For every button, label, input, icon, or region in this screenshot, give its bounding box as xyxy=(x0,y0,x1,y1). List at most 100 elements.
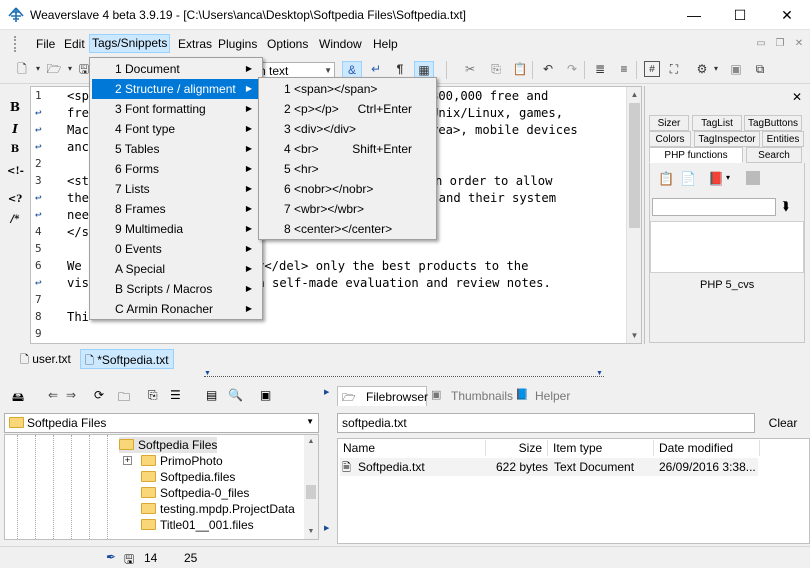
tree-scrollbar[interactable]: ▲ ▼ xyxy=(304,435,318,539)
submenu-item[interactable]: 5 <hr> xyxy=(261,159,434,179)
new-document-icon[interactable]: 🗋 xyxy=(14,61,30,77)
scroll-up-icon[interactable]: ▲ xyxy=(627,87,641,102)
menu-item[interactable]: 0 Events ▶ xyxy=(92,239,260,259)
cut-icon[interactable]: ✂ xyxy=(462,61,478,77)
submenu-item[interactable]: 4 <br> Shift+Enter xyxy=(261,139,434,159)
preview-icon[interactable]: ▣ xyxy=(728,61,744,77)
path-combo[interactable]: Softpedia Files ▼ xyxy=(4,413,319,433)
submenu-item[interactable]: 7 <wbr></wbr> xyxy=(261,199,434,219)
menu-item[interactable]: 5 Tables ▶ xyxy=(92,139,260,159)
php-filter-input[interactable] xyxy=(652,198,776,216)
mdi-minimize-icon[interactable]: ▭ xyxy=(753,38,769,52)
menu-item[interactable]: 8 Frames ▶ xyxy=(92,199,260,219)
scroll-up-icon[interactable]: ▲ xyxy=(304,435,318,449)
panel-splitter[interactable]: ▼ ▼ xyxy=(204,370,604,381)
book-dropdown-icon[interactable]: ▾ xyxy=(726,173,730,182)
comment-icon[interactable]: <!- xyxy=(7,166,24,182)
redo-icon[interactable]: ↷ xyxy=(564,61,580,77)
align-left-icon[interactable]: ≣ xyxy=(592,61,608,77)
tree-item[interactable]: Softpedia Files xyxy=(119,437,218,453)
pilcrow-icon[interactable]: ¶ xyxy=(392,61,408,77)
scroll-thumb[interactable] xyxy=(629,103,640,228)
tab-sizer[interactable]: Sizer xyxy=(649,115,689,131)
tab-taglist[interactable]: TagList xyxy=(692,115,742,131)
submenu-item[interactable]: 6 <nobr></nobr> xyxy=(261,179,434,199)
search-files-icon[interactable]: 🔍 xyxy=(228,388,243,402)
menu-file[interactable]: File xyxy=(33,35,58,54)
column-date-modified[interactable]: Date modified xyxy=(654,440,760,456)
menu-item[interactable]: 1 Document ▶ xyxy=(92,59,260,79)
open-folder-icon[interactable]: 🗁 xyxy=(46,61,62,77)
go-icon[interactable]: ⮯ xyxy=(782,199,789,214)
column-size[interactable]: Size xyxy=(486,440,548,456)
new-dropdown-icon[interactable]: ▾ xyxy=(30,61,46,77)
properties-icon[interactable]: ▤ xyxy=(206,388,217,402)
script-comment-icon[interactable]: /* xyxy=(7,214,23,230)
refresh-icon[interactable]: ⟳ xyxy=(94,388,104,402)
tab-colors[interactable]: Colors xyxy=(649,131,691,147)
tab-filebrowser[interactable]: 🗁 Filebrowser xyxy=(337,386,428,406)
hash-icon[interactable]: # xyxy=(644,61,660,77)
menu-edit[interactable]: Edit xyxy=(61,35,88,54)
clipboard-icon[interactable]: 📄 xyxy=(680,171,696,187)
menu-item[interactable]: 9 Multimedia ▶ xyxy=(92,219,260,239)
fullscreen-icon[interactable]: ⧉ xyxy=(752,61,768,77)
break-icon[interactable]: B xyxy=(7,144,23,160)
menu-tags-snippets[interactable]: Tags/Snippets xyxy=(89,34,171,53)
submenu-item[interactable]: 3 <div></div> xyxy=(261,119,434,139)
menu-options[interactable]: Options xyxy=(264,35,311,54)
menu-item[interactable]: 3 Font formatting ▶ xyxy=(92,99,260,119)
mdi-restore-icon[interactable]: ❐ xyxy=(772,38,788,52)
doc-tab-softpedia[interactable]: 🗋 *Softpedia.txt xyxy=(80,349,174,369)
folder-tree[interactable]: ▲ ▼ Softpedia Files PrimoPhoto + Softpedia.… xyxy=(4,434,319,540)
scroll-down-icon[interactable]: ▼ xyxy=(627,328,641,343)
menu-item[interactable]: B Scripts / Macros ▶ xyxy=(92,279,260,299)
tab-php-functions[interactable]: PHP functions xyxy=(649,147,743,163)
scroll-down-icon[interactable]: ▼ xyxy=(304,525,318,539)
menu-item[interactable]: A Special ▶ xyxy=(92,259,260,279)
minimize-button[interactable]: — xyxy=(671,0,717,30)
paste-icon[interactable]: 📋 xyxy=(512,61,528,77)
tab-tagbuttons[interactable]: TagButtons xyxy=(744,115,802,131)
php-function-list[interactable] xyxy=(650,221,804,273)
drive-icon[interactable]: 🖴 xyxy=(12,388,24,409)
paste-icon[interactable]: 📋 xyxy=(658,171,674,187)
maximize-button[interactable]: ☐ xyxy=(717,0,763,30)
back-icon[interactable]: ⇐ xyxy=(48,388,58,402)
view-list-icon[interactable]: ☰ xyxy=(170,388,181,402)
doc-tab-user[interactable]: 🗋 user.txt xyxy=(16,349,75,369)
settings-icon[interactable]: ▣ xyxy=(260,388,271,402)
tree-expander-icon[interactable]: + xyxy=(123,456,132,465)
tree-item[interactable]: PrimoPhoto xyxy=(141,453,223,469)
submenu-item[interactable]: 8 <center></center> xyxy=(261,219,434,239)
menu-extras[interactable]: Extras xyxy=(175,35,215,54)
macro-dropdown-icon[interactable]: ▾ xyxy=(708,61,724,77)
column-item-type[interactable]: Item type xyxy=(548,440,654,456)
wrap-icon[interactable]: ↵ xyxy=(368,61,384,77)
menu-item[interactable]: 6 Forms ▶ xyxy=(92,159,260,179)
gray-block-icon[interactable] xyxy=(746,171,760,185)
menu-item[interactable]: 4 Font type ▶ xyxy=(92,119,260,139)
tab-entities[interactable]: Entities xyxy=(762,131,804,147)
menu-item[interactable]: 7 Lists ▶ xyxy=(92,179,260,199)
tab-taginspector[interactable]: TagInspector xyxy=(694,131,760,147)
mdi-close-icon[interactable]: ✕ xyxy=(791,38,807,52)
tree-item[interactable]: Title01__001.files xyxy=(141,517,254,533)
undo-icon[interactable]: ↶ xyxy=(540,61,556,77)
vertical-splitter[interactable]: ▶ ▶ xyxy=(324,382,332,544)
close-button[interactable]: ✕ xyxy=(764,0,810,30)
scroll-thumb[interactable] xyxy=(306,485,316,499)
menu-help[interactable]: Help xyxy=(370,35,401,54)
panel-close-icon[interactable]: ✕ xyxy=(792,90,802,104)
submenu-item[interactable]: 2 <p></p> Ctrl+Enter xyxy=(261,99,434,119)
clear-button[interactable]: Clear xyxy=(761,413,805,433)
book-icon[interactable]: 📕 xyxy=(708,171,724,187)
menu-window[interactable]: Window xyxy=(316,35,365,54)
php-tag-icon[interactable]: <? xyxy=(7,194,23,210)
bold-icon[interactable]: B xyxy=(7,100,23,116)
table-row[interactable]: 🗎 Softpedia.txt 622 bytes Text Document … xyxy=(340,458,758,476)
forward-icon[interactable]: ⇒ xyxy=(66,388,76,402)
tree-item[interactable]: Softpedia.files xyxy=(141,469,235,485)
italic-icon[interactable]: I xyxy=(7,122,23,138)
column-name[interactable]: Name xyxy=(338,440,486,456)
